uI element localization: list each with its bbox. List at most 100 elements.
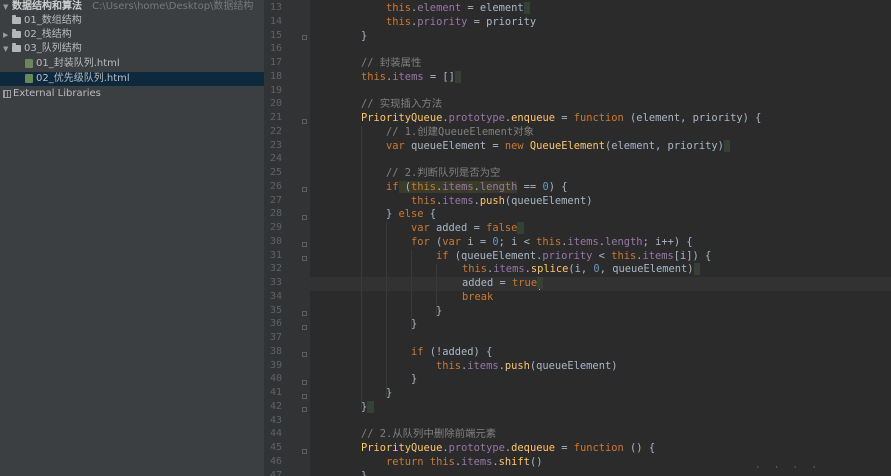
tree-item-folder[interactable]: ▼ 03_队列结构 xyxy=(0,42,264,56)
html-file-icon xyxy=(25,59,33,68)
code-token: } xyxy=(411,373,418,386)
fold-marker-icon[interactable] xyxy=(302,242,307,247)
code-token: (element, priority) { xyxy=(623,112,762,124)
tree-item-file-selected[interactable]: 02_优先级队列.html xyxy=(0,72,264,86)
line-number: 24 xyxy=(269,153,282,165)
code-token: this xyxy=(611,249,637,262)
code-token: return xyxy=(386,455,424,468)
code-token: shift xyxy=(498,455,530,468)
code-line: } xyxy=(361,400,374,414)
ide-window: ▼ 数据结构和算法 C:\Users\home\Desktop\数据结构 01_数… xyxy=(0,0,891,476)
code-line: } xyxy=(361,29,367,43)
code-token: = xyxy=(554,442,574,454)
fold-marker-icon[interactable] xyxy=(302,215,307,220)
code-line: added = true xyxy=(462,276,544,290)
fold-marker-icon[interactable] xyxy=(302,187,307,192)
code-token: items xyxy=(467,359,499,372)
code-line: this.items.push(queueElement) xyxy=(436,359,617,373)
code-line: // 实现插入方法 xyxy=(361,97,442,111)
tree-item-folder[interactable]: 01_数组结构 xyxy=(0,14,264,28)
tree-item-label: 01_封装队列.html xyxy=(36,58,120,69)
line-number: 39 xyxy=(269,359,282,371)
code-line: if (queueElement.priority < this.items[i… xyxy=(436,249,711,263)
code-line: this.items.push(queueElement) xyxy=(411,194,592,208)
code-token: prototype xyxy=(448,442,505,454)
line-number: 46 xyxy=(269,455,282,467)
code-line: PriorityQueue.prototype.enqueue = functi… xyxy=(361,111,761,125)
code-token: false xyxy=(486,222,518,234)
code-token: // 2.从队列中删除前端元素 xyxy=(361,428,497,441)
tree-item-libraries[interactable]: External Libraries xyxy=(0,87,264,101)
code-line: var queueElement = new QueueElement(elem… xyxy=(386,139,731,153)
tree-root[interactable]: ▼ 数据结构和算法 C:\Users\home\Desktop\数据结构 xyxy=(0,0,264,14)
chevron-down-icon[interactable]: ▼ xyxy=(3,0,11,14)
code-token: (queueElement) xyxy=(529,359,618,372)
code-token: else xyxy=(398,208,424,221)
code-token: () { xyxy=(623,442,656,454)
fold-marker-icon[interactable] xyxy=(302,325,307,330)
fold-marker-icon[interactable] xyxy=(302,394,307,399)
code-token: (queueElement) xyxy=(504,194,593,207)
tree-item-label: 03_队列结构 xyxy=(24,43,82,54)
code-editor[interactable]: · · · · this.element = element this.prio… xyxy=(310,0,891,476)
line-number: 30 xyxy=(269,235,282,247)
code-token: for xyxy=(411,235,430,248)
chevron-down-icon[interactable]: ▼ xyxy=(3,42,11,56)
trailing-semicolon-hint xyxy=(523,2,530,14)
fold-marker-icon[interactable] xyxy=(302,35,307,40)
code-line: if (this.items.length == 0) { xyxy=(386,180,568,194)
line-number: 23 xyxy=(269,139,282,151)
code-token: this xyxy=(386,15,412,28)
more-indicator: · · · · xyxy=(755,463,821,473)
code-token: items xyxy=(442,194,474,207)
code-token: length xyxy=(605,235,643,248)
code-token: break xyxy=(462,290,494,303)
line-number: 44 xyxy=(269,428,282,440)
code-token: prototype xyxy=(448,112,505,124)
line-number: 37 xyxy=(269,332,282,343)
code-token: new xyxy=(504,139,524,152)
fold-marker-icon[interactable] xyxy=(302,311,307,316)
tree-item-folder[interactable]: ▶ 02_栈结构 xyxy=(0,28,264,42)
fold-marker-icon[interactable] xyxy=(302,380,307,385)
folder-icon xyxy=(12,15,21,24)
code-token: this xyxy=(411,194,437,207)
fold-marker-icon[interactable] xyxy=(302,449,307,454)
line-number: 16 xyxy=(269,43,282,55)
line-number: 19 xyxy=(269,84,282,96)
code-token: == xyxy=(517,180,543,193)
code-token: QueueElement xyxy=(529,139,605,152)
code-token: (queueElement. xyxy=(448,249,543,262)
line-number: 29 xyxy=(269,222,282,233)
code-token: i = xyxy=(461,235,493,248)
current-line-highlight xyxy=(310,277,891,291)
code-line: // 封装属性 xyxy=(361,56,421,70)
line-number: 45 xyxy=(269,442,282,453)
chevron-right-icon[interactable]: ▶ xyxy=(3,28,11,42)
code-token: ; i++) { xyxy=(642,235,693,248)
line-number: 38 xyxy=(269,345,282,357)
code-token: items xyxy=(493,263,525,276)
code-token: this xyxy=(536,235,562,248)
fold-marker-icon[interactable] xyxy=(302,256,307,261)
code-token: // 2.判断队列是否为空 xyxy=(386,167,501,179)
fold-marker-icon[interactable] xyxy=(302,119,307,124)
fold-marker-icon[interactable] xyxy=(302,352,307,357)
tree-item-file[interactable]: 01_封装队列.html xyxy=(0,57,264,71)
code-token: // 1.创建QueueElement对象 xyxy=(386,125,534,138)
code-token: } xyxy=(411,318,418,331)
code-token: = xyxy=(554,112,574,124)
fold-marker-icon[interactable] xyxy=(302,407,307,412)
library-icon xyxy=(3,90,11,98)
code-token: items xyxy=(392,70,424,83)
tree-item-label: 01_数组结构 xyxy=(24,15,82,26)
code-line: this.element = element xyxy=(386,1,530,15)
code-token: if xyxy=(436,249,449,262)
code-token: } xyxy=(386,208,399,221)
code-token: (!added) { xyxy=(423,345,493,358)
code-line: } xyxy=(411,372,417,386)
code-token: = element xyxy=(461,2,524,14)
line-number: 47 xyxy=(269,469,282,476)
code-token: if xyxy=(411,345,424,358)
code-token: // 实现插入方法 xyxy=(361,98,443,111)
